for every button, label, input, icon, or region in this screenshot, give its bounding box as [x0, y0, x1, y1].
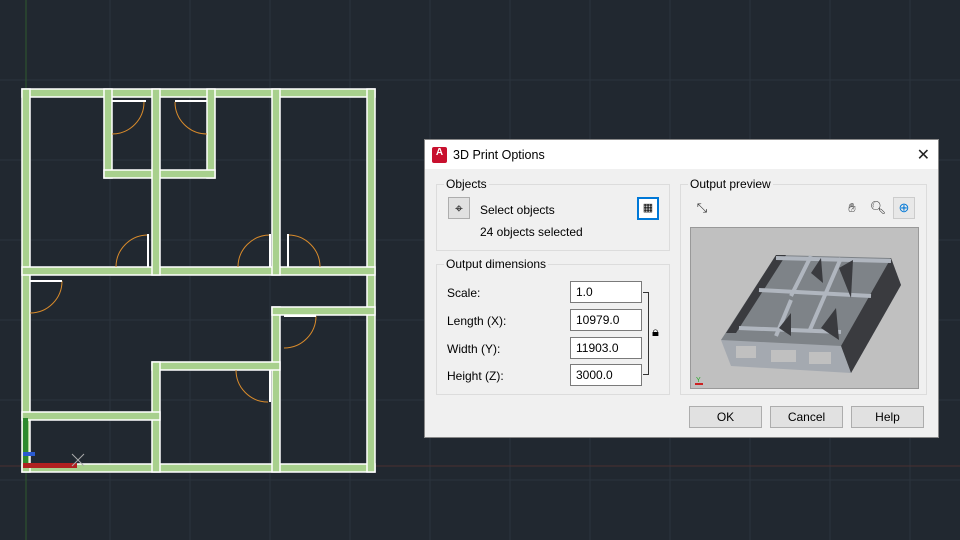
- height-input[interactable]: 3000.0: [570, 364, 642, 386]
- pan-hand-icon[interactable]: ✋︎: [841, 197, 863, 219]
- 3d-model-preview: Y: [695, 255, 901, 385]
- output-dimensions-label: Output dimensions: [444, 257, 549, 271]
- autocad-app-icon: A: [432, 146, 447, 163]
- 3d-print-options-dialog: A 3D Print Options ✕ Objects ⌖ Select ob…: [424, 139, 939, 438]
- length-label: Length (X):: [447, 314, 507, 328]
- ucs-icon: [23, 418, 85, 468]
- objects-group-label: Objects: [444, 177, 489, 191]
- output-preview-group: Output preview ⤡ ✋︎ 🔍︎ ⊕ Y: [680, 177, 927, 395]
- orbit-icon[interactable]: ⊕: [893, 197, 915, 219]
- cancel-button[interactable]: Cancel: [770, 406, 843, 428]
- zoom-extents-icon[interactable]: ⤡: [691, 197, 713, 219]
- ok-button[interactable]: OK: [689, 406, 762, 428]
- selected-count: 24 objects selected: [480, 225, 583, 239]
- svg-text:Y: Y: [696, 377, 701, 384]
- quick-select-icon: ▦: [642, 202, 654, 214]
- zoom-realtime-icon[interactable]: 🔍︎: [867, 197, 889, 219]
- title-bar[interactable]: A 3D Print Options ✕: [425, 140, 938, 169]
- output-preview-label: Output preview: [688, 177, 773, 191]
- width-label: Width (Y):: [447, 342, 501, 356]
- lock-icon[interactable]: 🔒︎: [652, 324, 659, 340]
- select-objects-label: Select objects: [480, 203, 555, 217]
- crosshair-icon: ⌖: [455, 200, 463, 216]
- scale-label: Scale:: [447, 286, 481, 300]
- output-dimensions-group: Output dimensions Scale: 1.0 Length (X):…: [436, 257, 670, 395]
- width-input[interactable]: 11903.0: [570, 337, 642, 359]
- proportion-bracket: [643, 292, 649, 375]
- preview-viewport[interactable]: Y: [690, 227, 919, 389]
- height-label: Height (Z):: [447, 369, 504, 383]
- close-icon[interactable]: ✕: [917, 145, 930, 165]
- length-input[interactable]: 10979.0: [570, 309, 642, 331]
- help-button[interactable]: Help: [851, 406, 924, 428]
- select-objects-button[interactable]: ⌖: [448, 197, 470, 219]
- scale-input[interactable]: 1.0: [570, 281, 642, 303]
- floor-plan-walls: [21, 88, 376, 473]
- dialog-title: 3D Print Options: [453, 147, 545, 162]
- objects-group: Objects ⌖ Select objects 24 objects sele…: [436, 177, 670, 251]
- quick-select-button[interactable]: ▦: [637, 197, 659, 220]
